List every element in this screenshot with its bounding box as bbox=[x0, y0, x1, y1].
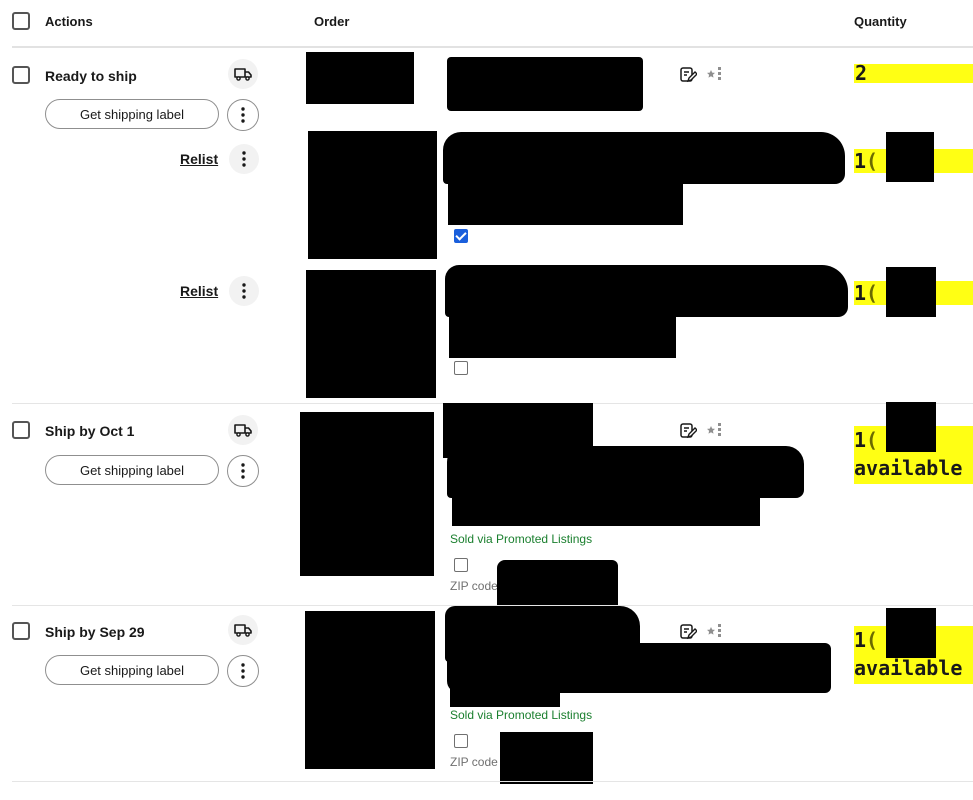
zip-code-label: ZIP code bbox=[450, 755, 498, 769]
item-title bbox=[450, 685, 560, 707]
more-actions-button[interactable] bbox=[229, 144, 259, 174]
order-status: Ready to ship bbox=[45, 68, 137, 84]
star-rank-icon bbox=[706, 66, 724, 87]
zip-code-redaction bbox=[497, 560, 618, 608]
zip-code-label: ZIP code bbox=[450, 579, 498, 593]
promoted-listings-label: Sold via Promoted Listings bbox=[450, 532, 593, 546]
truck-icon[interactable] bbox=[228, 415, 258, 445]
item-title bbox=[448, 178, 683, 225]
truck-icon[interactable] bbox=[228, 615, 258, 645]
item-checkbox[interactable] bbox=[454, 229, 468, 243]
more-actions-button[interactable] bbox=[229, 276, 259, 306]
star-rank-icon bbox=[706, 623, 724, 644]
get-shipping-label-button[interactable]: Get shipping label bbox=[45, 99, 219, 129]
get-shipping-label-button[interactable]: Get shipping label bbox=[45, 655, 219, 685]
item-image bbox=[305, 611, 435, 769]
relist-link[interactable]: Relist bbox=[180, 151, 218, 167]
more-vertical-icon bbox=[242, 151, 246, 167]
relist-link[interactable]: Relist bbox=[180, 283, 218, 299]
item-title bbox=[447, 57, 643, 111]
actions-column-header: Actions bbox=[45, 14, 93, 29]
item-title bbox=[443, 132, 845, 184]
more-vertical-icon bbox=[241, 107, 245, 123]
item-image bbox=[306, 52, 414, 104]
item-image bbox=[308, 131, 437, 259]
item-title bbox=[452, 490, 760, 526]
quantity-redaction bbox=[886, 132, 934, 182]
edit-note-icon[interactable] bbox=[679, 623, 698, 646]
order-status: Ship by Oct 1 bbox=[45, 423, 135, 439]
order-select-checkbox[interactable] bbox=[12, 421, 30, 439]
order-divider bbox=[12, 781, 973, 782]
quantity-redaction bbox=[886, 402, 936, 452]
item-image bbox=[306, 270, 436, 398]
more-vertical-icon bbox=[242, 283, 246, 299]
more-vertical-icon bbox=[241, 663, 245, 679]
item-image bbox=[300, 412, 434, 576]
select-all-checkbox[interactable] bbox=[12, 12, 30, 30]
more-actions-button[interactable] bbox=[227, 655, 259, 687]
item-checkbox[interactable] bbox=[454, 734, 468, 748]
quantity-redaction bbox=[886, 608, 936, 658]
order-select-checkbox[interactable] bbox=[12, 622, 30, 640]
edit-note-icon[interactable] bbox=[679, 422, 698, 445]
header-divider bbox=[12, 46, 973, 48]
zip-code-redaction bbox=[500, 732, 593, 784]
get-shipping-label-button[interactable]: Get shipping label bbox=[45, 455, 219, 485]
more-actions-button[interactable] bbox=[227, 99, 259, 131]
star-rank-icon bbox=[706, 422, 724, 443]
more-vertical-icon bbox=[241, 463, 245, 479]
quantity-redaction bbox=[886, 267, 936, 317]
item-checkbox[interactable] bbox=[454, 558, 468, 572]
order-status: Ship by Sep 29 bbox=[45, 624, 145, 640]
more-actions-button[interactable] bbox=[227, 455, 259, 487]
order-column-header: Order bbox=[314, 14, 350, 29]
promoted-listings-label: Sold via Promoted Listings bbox=[450, 708, 593, 722]
truck-icon[interactable] bbox=[228, 59, 258, 89]
quantity-value: 2 bbox=[854, 63, 973, 83]
quantity-column-header: Quantity bbox=[854, 14, 907, 29]
order-select-checkbox[interactable] bbox=[12, 66, 30, 84]
item-checkbox[interactable] bbox=[454, 361, 468, 375]
edit-note-icon[interactable] bbox=[679, 66, 698, 89]
item-title bbox=[449, 310, 676, 358]
